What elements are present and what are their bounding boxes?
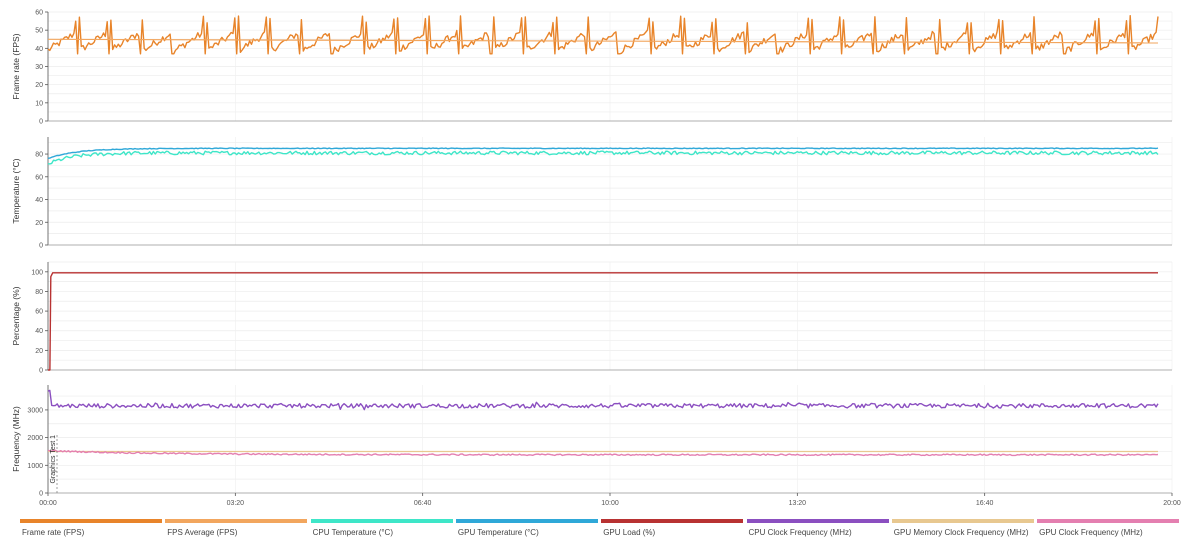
legend-label: CPU Clock Frequency (MHz) (748, 528, 852, 537)
x-tick-label: 06:40 (414, 500, 432, 507)
legend-label: GPU Temperature (°C) (457, 528, 539, 537)
legend-swatch (165, 519, 308, 523)
series-cpu-clock-frequency-mhz (47, 389, 1159, 411)
y-tick-label: 0 (39, 491, 43, 498)
y-tick-label: 80 (35, 289, 43, 296)
y-tick-label: 20 (35, 348, 43, 355)
x-tick-label: 13:20 (789, 500, 807, 507)
y-tick-label: 30 (35, 64, 43, 71)
y-tick-label: 0 (39, 243, 43, 250)
legend-label: GPU Clock Frequency (MHz) (1039, 528, 1143, 537)
y-tick-label: 60 (35, 174, 43, 181)
y-tick-label: 60 (35, 309, 43, 316)
chart: 0 10 20 30 40 50 60 Frame rate (FPS) 0 20 40 60 80 Te… (11, 10, 1181, 508)
x-tick-label: 00:00 (39, 500, 57, 507)
y-tick-label: 40 (35, 328, 43, 335)
legend-item-fps-average-fps[interactable]: FPS Average (FPS) (165, 519, 308, 539)
y-tick-label: 0 (39, 368, 43, 375)
legend-item-gpu-memory-clock-frequency-mhz[interactable]: GPU Memory Clock Frequency (MHz) (891, 519, 1034, 539)
x-tick-label: 16:40 (976, 500, 994, 507)
legend-swatch (20, 519, 162, 523)
y-tick-label: 50 (35, 28, 43, 35)
panel-1: 0 10 20 30 40 50 60 Frame rate (FPS) (11, 10, 1173, 126)
y-tick-label: 1000 (27, 463, 43, 470)
legend-swatch (310, 519, 453, 523)
x-tick-label: 10:00 (601, 500, 619, 507)
legend-item-gpu-load[interactable]: GPU Load (%) (601, 519, 744, 539)
legend-swatch (1037, 519, 1180, 523)
series-gpu-load (48, 272, 1158, 371)
legend-label: CPU Temperature (°C) (312, 528, 393, 537)
series-cpu-temperature-c (47, 150, 1159, 165)
panel-2: 0 20 40 60 80 Temperature (°C) (11, 137, 1173, 250)
y-axis-label: Frame rate (FPS) (11, 33, 21, 99)
y-tick-label: 2000 (27, 435, 43, 442)
legend-swatch (601, 519, 744, 523)
legend-item-cpu-clock-frequency-mhz[interactable]: CPU Clock Frequency (MHz) (746, 519, 889, 539)
y-tick-label: 3000 (27, 407, 43, 414)
panel-3: 0 20 40 60 80 100 Percentage (%) (11, 261, 1173, 375)
legend: Frame rate (FPS) FPS Average (FPS) CPU Tem… (20, 519, 1182, 539)
y-axis-label: Temperature (°C) (11, 158, 21, 223)
legend-label: GPU Load (%) (603, 528, 656, 537)
y-axis-label: Frequency (MHz) (11, 406, 21, 472)
y-tick-label: 100 (31, 269, 43, 276)
y-tick-label: 60 (35, 10, 43, 17)
legend-swatch (891, 519, 1034, 523)
x-tick-label: 20:00 (1163, 500, 1181, 507)
legend-item-gpu-temperature-c[interactable]: GPU Temperature (°C) (455, 519, 598, 539)
legend-swatch (746, 519, 889, 523)
legend-item-gpu-clock-frequency-mhz[interactable]: GPU Clock Frequency (MHz) (1037, 519, 1180, 539)
y-axis-label: Percentage (%) (11, 286, 21, 345)
legend-label: Frame rate (FPS) (22, 528, 85, 537)
legend-label: FPS Average (FPS) (167, 528, 238, 537)
y-tick-label: 40 (35, 46, 43, 53)
x-tick-label: 03:20 (227, 500, 245, 507)
y-tick-label: 20 (35, 220, 43, 227)
y-tick-label: 80 (35, 152, 43, 159)
legend-swatch (455, 519, 598, 523)
y-tick-label: 40 (35, 197, 43, 204)
y-tick-label: 20 (35, 82, 43, 89)
annotation-label: Graphics Test 1 (50, 435, 57, 484)
y-tick-label: 10 (35, 100, 43, 107)
y-tick-label: 0 (39, 119, 43, 126)
panel-4: 0 1000 2000 3000 Frequency (MHz) Graphics Tes… (11, 385, 1173, 498)
legend-item-frame-rate-fps[interactable]: Frame rate (FPS) (20, 519, 162, 539)
legend-item-cpu-temperature-c[interactable]: CPU Temperature (°C) (310, 519, 453, 539)
legend-label: GPU Memory Clock Frequency (MHz) (893, 528, 1029, 537)
